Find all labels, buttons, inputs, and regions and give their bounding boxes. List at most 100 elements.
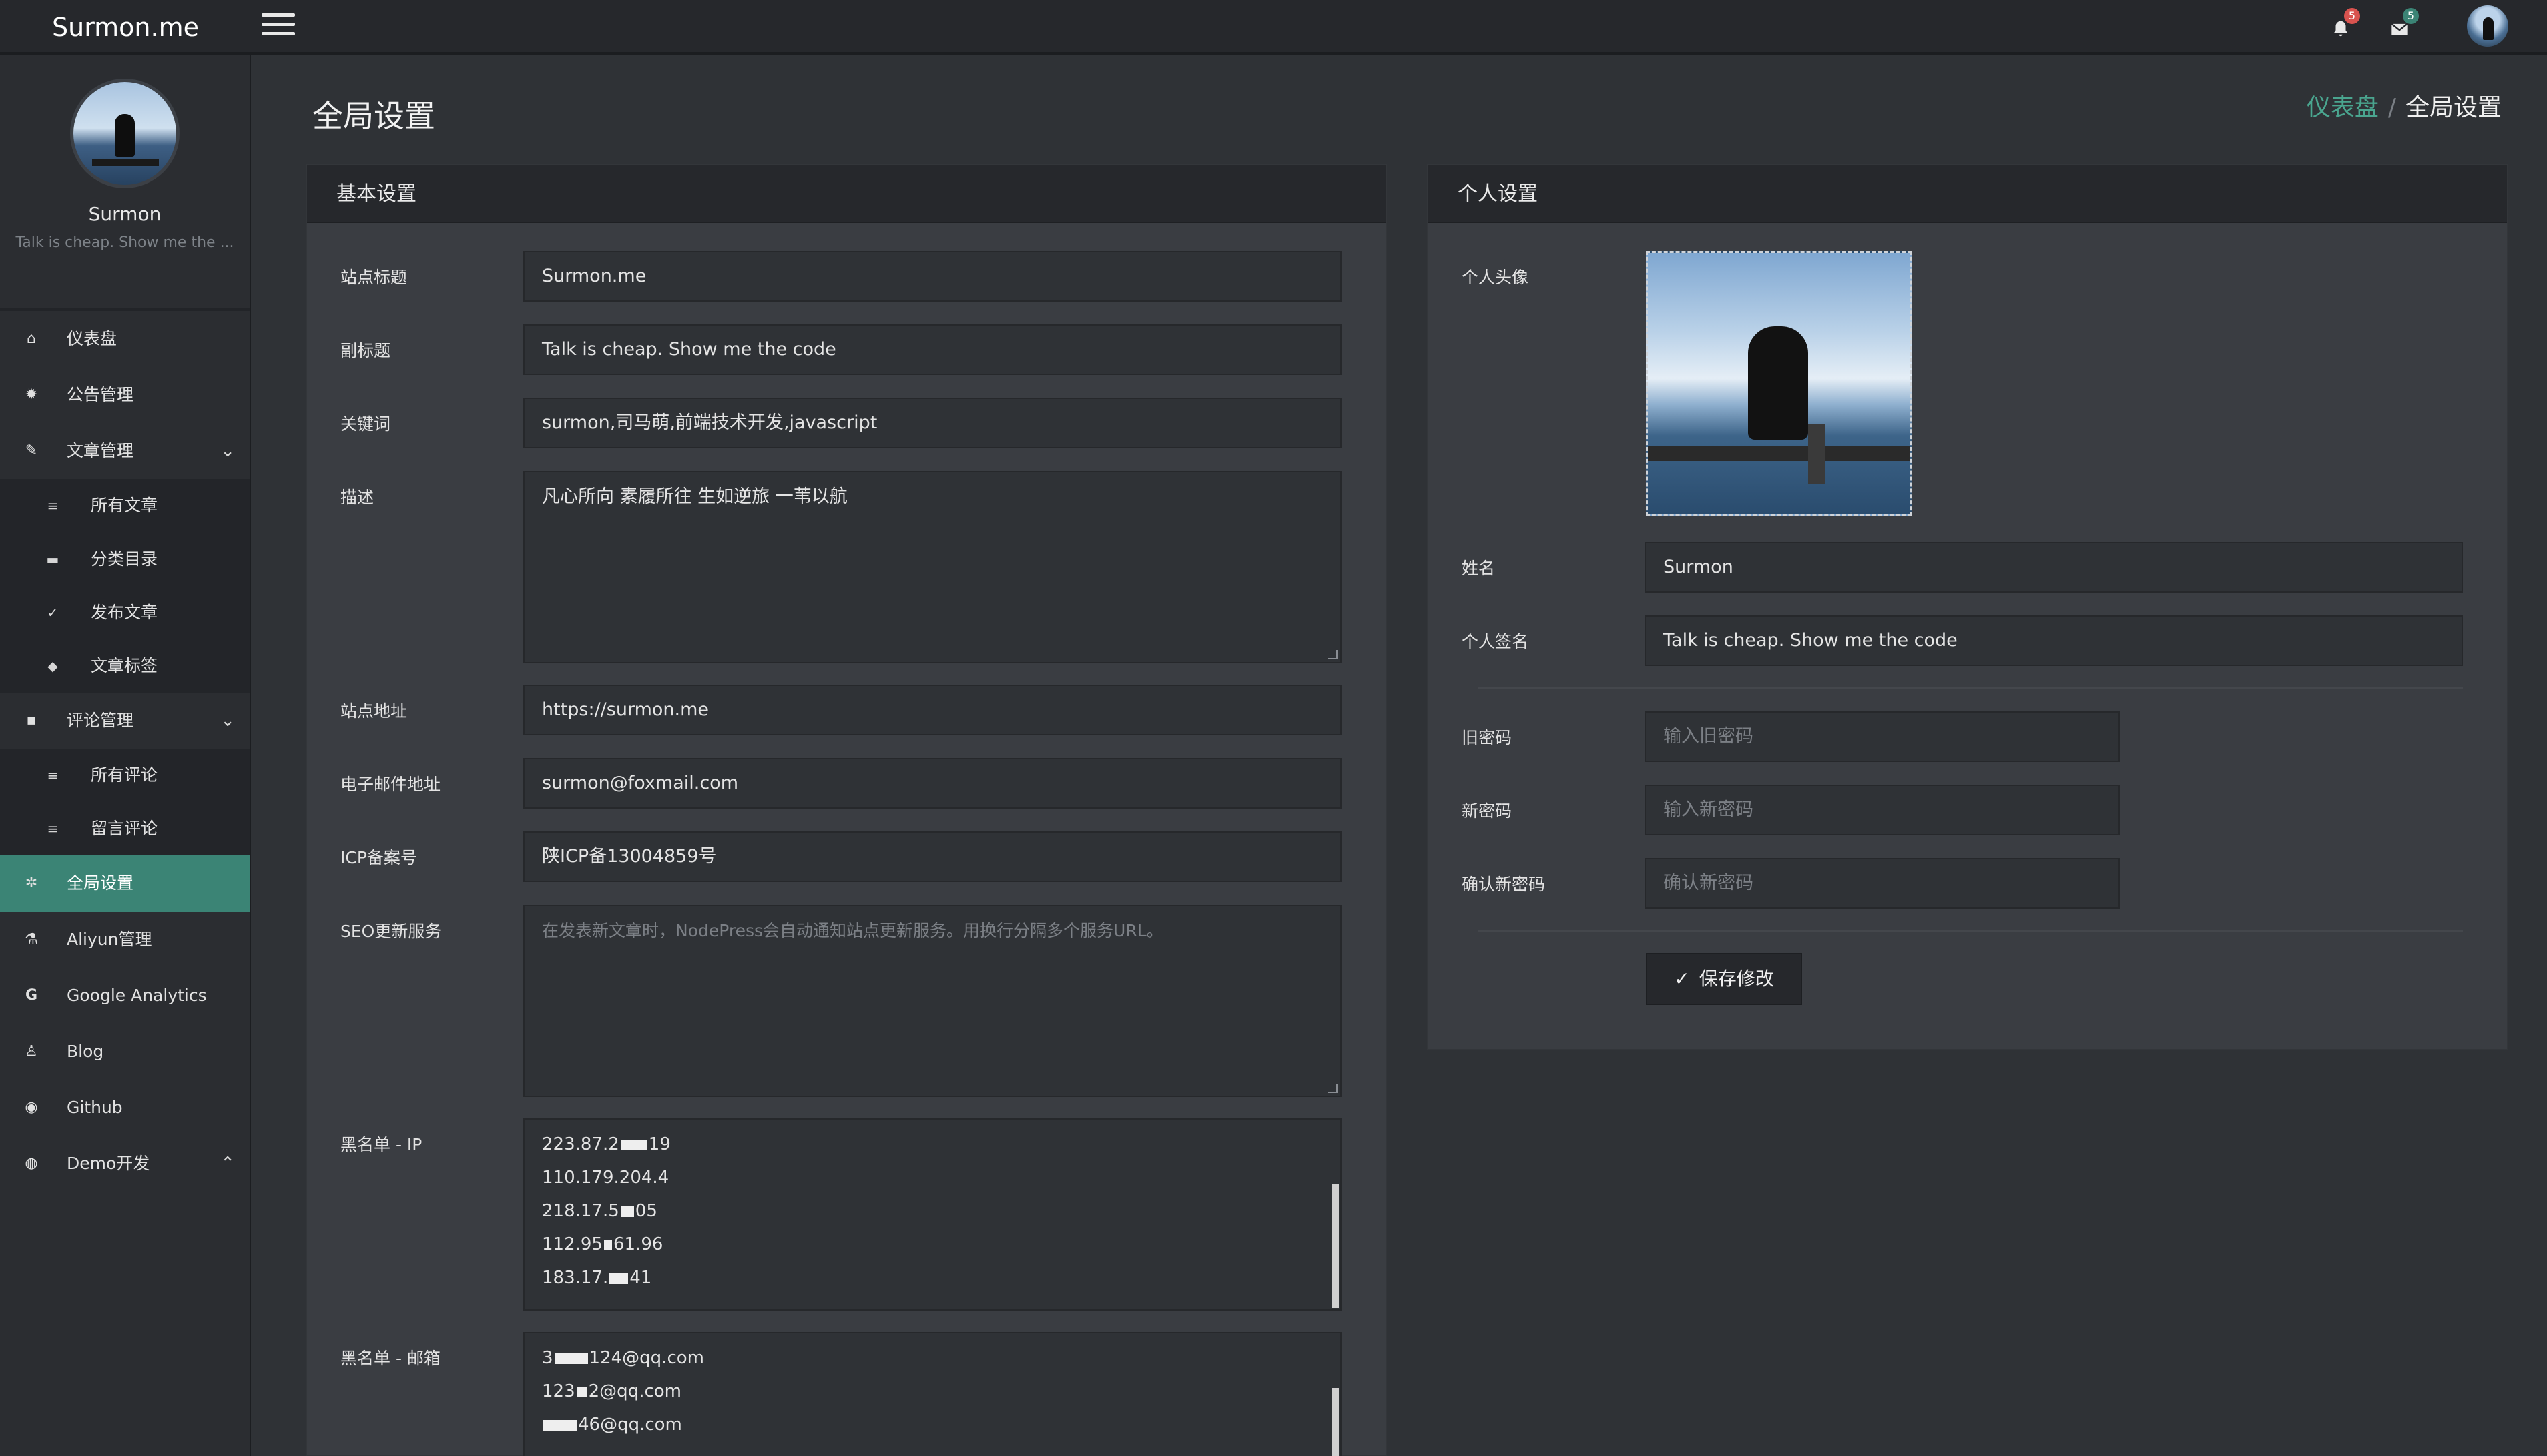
breadcrumb-separator: / xyxy=(2387,94,2396,121)
new-password-input[interactable]: 输入新密码 xyxy=(1645,785,2120,835)
site-title-input[interactable]: Surmon.me xyxy=(523,251,1342,302)
subtitle-input[interactable]: Talk is cheap. Show me the code xyxy=(523,324,1342,375)
scrollbar-thumb[interactable] xyxy=(1332,1184,1339,1308)
confirm-password-input[interactable]: 确认新密码 xyxy=(1645,858,2120,909)
profile-slogan: Talk is cheap. Show me the ... xyxy=(15,234,234,251)
divider xyxy=(1478,930,2463,932)
page-title: 全局设置 xyxy=(312,98,435,134)
personal-settings-panel: 个人设置 个人头像 姓名 Surmon 个人签名 Talk is cheap. … xyxy=(1427,164,2508,1050)
user-avatar[interactable] xyxy=(2467,5,2508,47)
avatar-upload[interactable] xyxy=(1646,251,1912,516)
redaction-mark xyxy=(603,1239,612,1250)
list-item: 123 2@qq.com xyxy=(542,1375,1323,1408)
sidebar-item-publish-article[interactable]: ✓ 发布文章 xyxy=(0,586,250,639)
sidebar-item-label: 所有评论 xyxy=(91,765,158,785)
sidebar-item-label: 所有文章 xyxy=(91,496,158,515)
sidebar-item-label: 发布文章 xyxy=(91,603,158,622)
sidebar-item-dashboard[interactable]: ⌂ 仪表盘 xyxy=(0,311,250,367)
old-password-label: 旧密码 xyxy=(1462,728,1512,747)
email-suffix: 46@qq.com xyxy=(578,1415,682,1435)
sidebar-item-demo[interactable]: ◍ Demo开发 ⌃ xyxy=(0,1136,250,1192)
email-label: 电子邮件地址 xyxy=(340,775,441,794)
comment-icon: ▪ xyxy=(26,712,37,729)
sidebar-item-label: 公告管理 xyxy=(67,385,134,404)
personal-settings-heading: 个人设置 xyxy=(1428,165,2507,223)
sidebar-item-label: 文章标签 xyxy=(91,656,158,675)
pencil-icon: ✎ xyxy=(25,442,38,459)
messages-button[interactable]: 5 xyxy=(2385,8,2419,43)
email-input[interactable]: surmon@foxmail.com xyxy=(523,758,1342,809)
sidebar-toggle-button[interactable] xyxy=(262,13,295,37)
ip-prefix: 218.17.5 xyxy=(542,1201,619,1221)
sidebar-item-comments[interactable]: ▪ 评论管理 ⌄ xyxy=(0,693,250,749)
ip-suffix: 41 xyxy=(629,1268,652,1288)
sidebar-item-aliyun[interactable]: ⚗ Aliyun管理 xyxy=(0,912,250,968)
sidebar-item-all-articles[interactable]: ≡ 所有文章 xyxy=(0,479,250,532)
description-label: 描述 xyxy=(340,488,374,507)
basic-settings-heading: 基本设置 xyxy=(307,165,1386,223)
sidebar-item-all-comments[interactable]: ≡ 所有评论 xyxy=(0,749,250,802)
sidebar-item-google-analytics[interactable]: G Google Analytics xyxy=(0,968,250,1024)
sidebar-item-label: 留言评论 xyxy=(91,819,158,838)
redaction-mark xyxy=(576,1386,587,1397)
old-password-input[interactable]: 输入旧密码 xyxy=(1645,711,2120,762)
home-icon: ⌂ xyxy=(27,330,36,347)
breadcrumb: 仪表盘 / 全局设置 xyxy=(2307,88,2502,123)
description-textarea[interactable]: 凡心所向 素履所往 生如逆旅 一苇以航 xyxy=(523,471,1342,663)
sidebar-item-label: 评论管理 xyxy=(67,711,134,730)
name-input[interactable]: Surmon xyxy=(1645,542,2463,593)
sidebar-item-tags[interactable]: ◆ 文章标签 xyxy=(0,639,250,693)
scrollbar-thumb[interactable] xyxy=(1332,1388,1339,1456)
keywords-label: 关键词 xyxy=(340,414,391,434)
breadcrumb-home-link[interactable]: 仪表盘 xyxy=(2307,94,2379,121)
profile-avatar[interactable] xyxy=(70,79,180,188)
signature-input[interactable]: Talk is cheap. Show me the code xyxy=(1645,615,2463,666)
resize-handle[interactable] xyxy=(1328,650,1338,659)
sidebar-item-articles[interactable]: ✎ 文章管理 ⌄ xyxy=(0,423,250,479)
blacklist-ip-textarea[interactable]: 223.87.2 19 110.179.204.4 218.17.5 05 112.… xyxy=(523,1118,1342,1311)
notifications-button[interactable]: 5 xyxy=(2327,8,2360,43)
sidebar-item-blog[interactable]: ♙ Blog xyxy=(0,1024,250,1080)
save-button[interactable]: ✓ 保存修改 xyxy=(1646,953,1802,1005)
sidebar-item-global-settings[interactable]: ✲ 全局设置 xyxy=(0,855,250,912)
site-url-input[interactable]: https://surmon.me xyxy=(523,685,1342,735)
list-icon: ≡ xyxy=(47,821,59,837)
email-suffix: 124@qq.com xyxy=(589,1348,704,1368)
site-url-label: 站点地址 xyxy=(340,701,408,721)
save-button-label: 保存修改 xyxy=(1699,968,1774,990)
avatar-photo-person xyxy=(1748,326,1808,440)
confirm-password-label: 确认新密码 xyxy=(1462,875,1546,894)
ip-prefix: 112.95 xyxy=(542,1234,603,1254)
sidebar-item-categories[interactable]: ▬ 分类目录 xyxy=(0,532,250,586)
list-icon: ≡ xyxy=(47,767,59,783)
icp-label: ICP备案号 xyxy=(340,848,417,867)
sidebar-item-announcements[interactable]: ✹ 公告管理 xyxy=(0,367,250,423)
description-text: 凡心所向 素履所往 生如逆旅 一苇以航 xyxy=(542,486,848,507)
check-icon: ✓ xyxy=(47,605,59,621)
seo-textarea[interactable]: 在发表新文章时，NodePress会自动通知站点更新服务。用换行分隔多个服务UR… xyxy=(523,905,1342,1097)
seo-label: SEO更新服务 xyxy=(340,922,442,941)
hamburger-line xyxy=(262,23,295,26)
sidebar-item-github[interactable]: ◉ Github xyxy=(0,1080,250,1136)
blacklist-email-textarea[interactable]: 3 124@qq.com 123 2@qq.com 46@qq.com xyxy=(523,1332,1342,1456)
resize-handle[interactable] xyxy=(1328,1084,1338,1093)
sidebar-item-guestbook-comments[interactable]: ≡ 留言评论 xyxy=(0,802,250,855)
brand-title[interactable]: Surmon.me xyxy=(0,0,251,55)
redaction-mark xyxy=(620,1139,647,1150)
articles-submenu: ≡ 所有文章 ▬ 分类目录 ✓ 发布文章 ◆ 文章标签 xyxy=(0,479,250,693)
ip-suffix: 61.96 xyxy=(613,1234,663,1254)
avatar-photo-rail xyxy=(1648,446,1910,461)
keywords-input[interactable]: surmon,司马萌,前端技术开发,javascript xyxy=(523,398,1342,448)
folder-icon: ▬ xyxy=(46,551,59,567)
chrome-icon: ◍ xyxy=(25,1155,38,1172)
icp-input[interactable]: 陕ICP备13004859号 xyxy=(523,831,1342,882)
hamburger-icon xyxy=(262,13,295,17)
avatar-label: 个人头像 xyxy=(1462,268,1529,287)
email-prefix: 123 xyxy=(542,1381,575,1401)
ip-prefix: 110.179.204. xyxy=(542,1168,658,1188)
ip-suffix: 05 xyxy=(635,1201,657,1221)
list-item: 183.17. 41 xyxy=(542,1261,1323,1295)
profile-name: Surmon xyxy=(88,203,162,225)
sidebar-item-label: 仪表盘 xyxy=(67,329,117,348)
redaction-mark xyxy=(554,1353,588,1364)
